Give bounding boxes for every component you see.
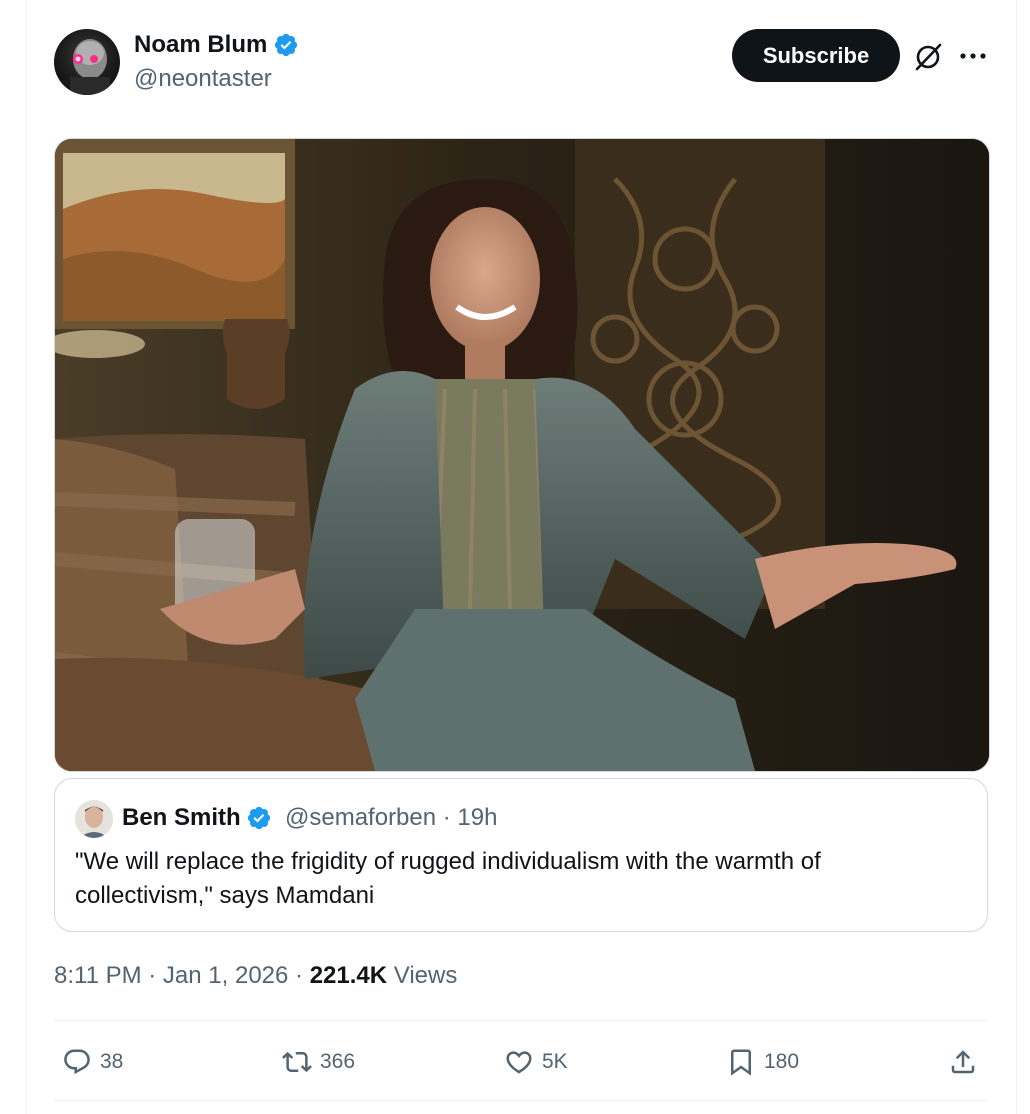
repost-button[interactable]: 366 [282, 1042, 355, 1082]
reply-button[interactable]: 38 [62, 1042, 123, 1082]
quoted-author-display-name[interactable]: Ben Smith [122, 803, 241, 833]
verified-badge-icon [247, 806, 270, 830]
quoted-post-text: "We will replace the frigidity of rugged… [75, 848, 821, 909]
like-count: 5K [542, 1050, 568, 1073]
bookmark-button[interactable]: 180 [726, 1042, 799, 1082]
frame-border-right [1016, 0, 1017, 1114]
author-name-row[interactable]: Noam Blum [134, 30, 299, 60]
heart-icon [506, 1051, 532, 1074]
views-label: Views [387, 962, 458, 989]
reply-icon [64, 1049, 90, 1075]
author-avatar[interactable] [54, 29, 120, 95]
post-meta: 8:11 PM · Jan 1, 2026 · 221.4K Views [54, 960, 457, 992]
verified-badge-icon [275, 33, 298, 57]
like-button[interactable]: 5K [504, 1042, 568, 1082]
repost-count: 366 [320, 1050, 356, 1073]
divider [54, 1020, 988, 1021]
share-button[interactable] [948, 1042, 978, 1082]
grok-icon[interactable] [912, 41, 944, 73]
repost-icon [282, 1051, 312, 1073]
post-image[interactable] [54, 138, 990, 772]
share-icon [951, 1050, 975, 1074]
subscribe-button[interactable]: Subscribe [732, 29, 900, 82]
post-timestamp[interactable]: 8:11 PM · Jan 1, 2026 · [54, 962, 310, 989]
divider [54, 1100, 988, 1101]
author-display-name[interactable]: Noam Blum [134, 30, 267, 60]
quoted-handle-time[interactable]: @semaforben · 19h [285, 803, 497, 833]
quoted-post-card[interactable]: Ben Smith @semaforben · 19h "We will rep… [54, 778, 988, 932]
bookmark-count: 180 [764, 1050, 800, 1073]
more-icon[interactable] [958, 46, 988, 66]
bookmark-icon [731, 1049, 751, 1076]
frame-border-left [26, 0, 27, 1114]
quoted-author-avatar[interactable] [75, 800, 113, 838]
views-count: 221.4K [309, 962, 388, 989]
reply-count: 38 [100, 1050, 124, 1073]
author-handle[interactable]: @neontaster [134, 64, 272, 94]
quoted-author-name-row[interactable]: Ben Smith [122, 803, 272, 833]
